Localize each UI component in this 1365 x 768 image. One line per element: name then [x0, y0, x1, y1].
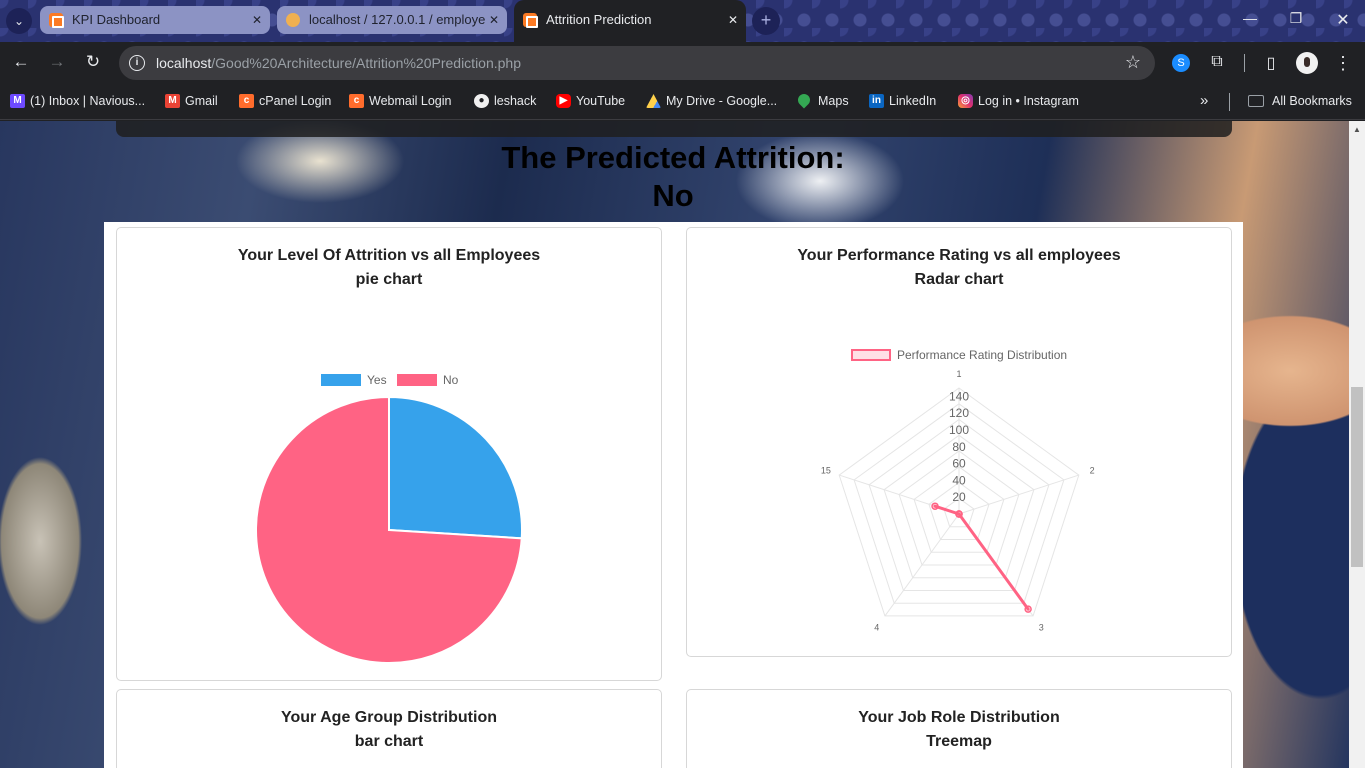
- restore-icon[interactable]: ❐: [1286, 10, 1306, 27]
- gmail-icon: M: [165, 94, 180, 108]
- bookmark-gmail[interactable]: M Gmail: [165, 93, 218, 111]
- xampp-icon: [523, 13, 538, 28]
- radar-point-label: 3: [1039, 622, 1044, 632]
- folder-icon: [1248, 95, 1264, 107]
- bookmark-linkedin[interactable]: in LinkedIn: [869, 93, 936, 111]
- all-bookmarks-button[interactable]: All Bookmarks: [1248, 93, 1352, 111]
- shazam-extension-icon[interactable]: S: [1172, 54, 1190, 72]
- tab-kpi-dashboard[interactable]: KPI Dashboard ✕: [40, 6, 270, 34]
- more-bookmarks-icon[interactable]: »: [1200, 93, 1208, 111]
- bookmarks-bar: M (1) Inbox | Navious... M Gmail c cPanel L…: [0, 84, 1365, 120]
- bookmark-webmail[interactable]: c Webmail Login: [349, 93, 451, 111]
- back-icon[interactable]: ←: [10, 52, 32, 72]
- phpmyadmin-icon: [286, 13, 300, 27]
- menu-kebab-icon[interactable]: ⋮: [1332, 53, 1354, 74]
- attrition-pie-chart: [255, 395, 523, 664]
- google-drive-icon: [646, 94, 661, 108]
- radar-point-label: 4: [874, 622, 879, 632]
- instagram-icon: ◎: [958, 94, 973, 108]
- bookmark-star-icon[interactable]: ☆: [1125, 52, 1141, 73]
- reload-icon[interactable]: ↻: [82, 52, 104, 72]
- jobrole-treemap-card: Your Job Role Distribution Treemap: [686, 689, 1232, 768]
- performance-radar-chart: 1 2 3 4 15 20 40 60 80 100 120 140: [821, 369, 1095, 632]
- pie-slice-yes[interactable]: [388, 395, 523, 540]
- performance-radar-card: Your Performance Rating vs all employees…: [686, 227, 1232, 657]
- radar-tick-label: 60: [952, 457, 966, 471]
- prediction-value: No: [652, 178, 694, 213]
- tab-title: localhost / 127.0.0.1 / employe: [309, 12, 486, 27]
- profile-avatar[interactable]: [1296, 52, 1318, 74]
- xampp-icon: [49, 13, 64, 28]
- extensions-icon[interactable]: ⧉: [1206, 53, 1228, 71]
- close-tab-icon[interactable]: ✕: [728, 0, 738, 40]
- charts-panel: Your Level Of Attrition vs all Employees…: [104, 222, 1243, 768]
- side-panel-icon[interactable]: ▯: [1260, 53, 1282, 73]
- tab-title: Attrition Prediction: [546, 12, 652, 27]
- radar-tick-label: 100: [949, 423, 969, 437]
- radar-data-point[interactable]: [955, 510, 963, 518]
- prediction-label: The Predicted Attrition:: [501, 140, 845, 175]
- form-container-bottom: [116, 121, 1232, 137]
- radar-tick-label: 40: [952, 473, 966, 487]
- age-bar-card: Your Age Group Distribution bar chart: [116, 689, 662, 768]
- card-subtitle: bar chart: [354, 733, 424, 750]
- tab-title: KPI Dashboard: [72, 12, 161, 27]
- tab-attrition-prediction[interactable]: Attrition Prediction ✕: [514, 0, 746, 42]
- close-tab-icon[interactable]: ✕: [252, 6, 262, 34]
- linkedin-icon: in: [869, 94, 884, 108]
- bookmark-cpanel[interactable]: c cPanel Login: [239, 93, 331, 111]
- maps-icon: [795, 91, 813, 109]
- radar-tick-label: 120: [949, 406, 969, 420]
- attrition-pie-card: Your Level Of Attrition vs all Employees…: [116, 227, 662, 681]
- browser-toolbar: ← → ↻ i localhost/Good%20Architecture/At…: [0, 42, 1365, 84]
- card-subtitle: Treemap: [926, 733, 992, 750]
- bookmark-youtube[interactable]: ▶ YouTube: [556, 93, 625, 111]
- radar-data-point[interactable]: [931, 502, 939, 510]
- tab-phpmyadmin[interactable]: localhost / 127.0.0.1 / employe ✕: [277, 6, 507, 34]
- radar-point-label: 2: [1090, 466, 1095, 476]
- radar-series-line: [933, 504, 1030, 611]
- scroll-up-icon[interactable]: ▲: [1353, 125, 1361, 134]
- radar-tick-label: 80: [952, 440, 966, 454]
- radar-point-label: 1: [956, 369, 961, 379]
- cpanel-icon: c: [349, 94, 364, 108]
- close-tab-icon[interactable]: ✕: [489, 6, 499, 34]
- page-scrollbar[interactable]: ▲: [1349, 121, 1365, 768]
- bookmarks-divider: [1229, 93, 1230, 111]
- radar-point-label: 15: [821, 466, 831, 476]
- forward-icon[interactable]: →: [46, 52, 68, 72]
- new-tab-button[interactable]: +: [752, 7, 780, 35]
- bookmark-github[interactable]: ● leshack: [474, 93, 536, 111]
- url-text[interactable]: localhost/Good%20Architecture/Attrition%…: [156, 55, 521, 71]
- minimize-icon[interactable]: —: [1240, 10, 1260, 26]
- cpanel-icon: c: [239, 94, 254, 108]
- card-title: Your Job Role Distribution: [858, 709, 1060, 726]
- radar-tick-label: 140: [949, 389, 969, 403]
- card-title: Your Age Group Distribution: [281, 709, 497, 726]
- bookmark-inbox[interactable]: M (1) Inbox | Navious...: [10, 93, 145, 111]
- bookmark-maps[interactable]: Maps: [795, 91, 849, 111]
- bookmark-instagram[interactable]: ◎ Log in • Instagram: [958, 93, 1079, 111]
- github-icon: ●: [474, 94, 489, 108]
- site-info-icon[interactable]: i: [129, 55, 145, 71]
- tab-search-button[interactable]: ⌄: [6, 8, 32, 34]
- address-bar[interactable]: i localhost/Good%20Architecture/Attritio…: [119, 46, 1155, 80]
- toolbar-divider: [1244, 54, 1245, 72]
- close-window-icon[interactable]: ✕: [1333, 10, 1353, 30]
- proton-mail-icon: M: [10, 94, 25, 108]
- bookmark-drive[interactable]: My Drive - Google...: [646, 93, 777, 111]
- prediction-result: The Predicted Attrition: No: [380, 139, 966, 215]
- radar-tick-label: 20: [952, 490, 966, 504]
- page-viewport: The Predicted Attrition: No Your Level O…: [0, 121, 1349, 768]
- scrollbar-thumb[interactable]: [1351, 387, 1363, 567]
- radar-spoke: [958, 474, 1079, 515]
- radar-data-point[interactable]: [1024, 605, 1032, 613]
- youtube-icon: ▶: [556, 94, 571, 108]
- tab-strip: ⌄ KPI Dashboard ✕ localhost / 127.0.0.1 …: [0, 0, 1365, 42]
